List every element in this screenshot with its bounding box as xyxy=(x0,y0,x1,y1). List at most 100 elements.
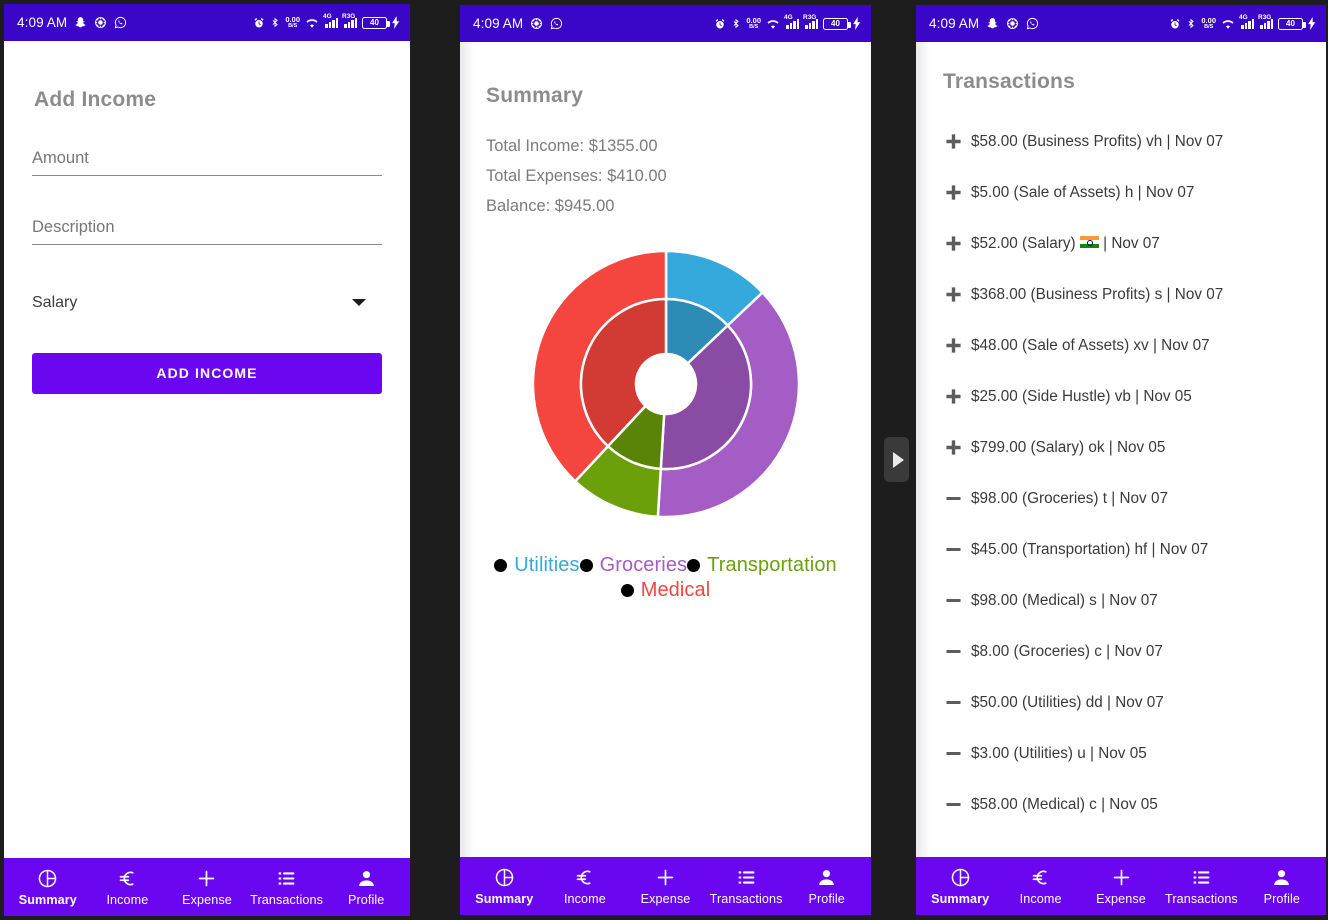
phone-panel-transactions: 4:09 AM 0.00 B/S 4G R3G 40 Transactions … xyxy=(916,5,1326,915)
nav-label-expense: Expense xyxy=(640,891,691,906)
transaction-row[interactable]: $58.00 (Medical) c | Nov 05 xyxy=(943,779,1306,830)
transaction-row[interactable]: $98.00 (Groceries) t | Nov 07 xyxy=(943,473,1306,524)
nav-item-transactions[interactable]: Transactions xyxy=(1161,867,1241,906)
alarm-icon xyxy=(253,17,265,29)
transaction-row[interactable]: $48.00 (Sale of Assets) xv | Nov 07 xyxy=(943,320,1306,371)
panel-next-button[interactable] xyxy=(884,437,909,482)
nav-item-income[interactable]: Income xyxy=(545,867,626,906)
nav-item-income[interactable]: Income xyxy=(1000,867,1080,906)
category-selected-value: Salary xyxy=(32,293,78,311)
nav-label-summary: Summary xyxy=(18,892,77,907)
balance-line: Balance: $945.00 xyxy=(486,197,615,215)
legend-item-utilities: Utilities xyxy=(494,554,579,577)
data-speed-icon: 0.00 B/S xyxy=(746,16,761,30)
page-title: Summary xyxy=(486,84,584,107)
transaction-row[interactable]: $5.00 (Sale of Assets) h | Nov 07 xyxy=(943,167,1306,218)
alarm-icon xyxy=(714,18,726,30)
nav-item-transactions[interactable]: Transactions xyxy=(247,868,327,907)
phone-panel-add-income: 4:09 AM 0.00 B/S 4G R3G 40 Add Income Am… xyxy=(4,4,410,916)
charging-bolt-icon xyxy=(853,17,861,30)
plus-icon xyxy=(943,439,964,456)
list-icon xyxy=(736,867,757,889)
nav-item-expense[interactable]: Expense xyxy=(625,867,706,906)
legend-item-medical: Medical xyxy=(620,579,711,602)
plus-icon xyxy=(1111,867,1132,889)
transaction-row[interactable]: $799.00 (Salary) ok | Nov 05 xyxy=(943,422,1306,473)
minus-icon xyxy=(943,796,964,813)
transaction-text: $98.00 (Medical) s | Nov 07 xyxy=(971,591,1158,609)
transactions-list: $58.00 (Business Profits) vh | Nov 07 $5.… xyxy=(916,116,1326,830)
plus-icon xyxy=(655,867,676,889)
nav-item-expense[interactable]: Expense xyxy=(1081,867,1161,906)
nav-item-income[interactable]: Income xyxy=(88,868,168,907)
nav-item-profile[interactable]: Profile xyxy=(786,867,867,906)
description-field[interactable]: Description xyxy=(32,218,382,245)
status-bar: 4:09 AM 0.00 B/S 4G R3G 40 xyxy=(460,5,871,42)
euro-icon xyxy=(117,868,138,890)
nav-item-profile[interactable]: Profile xyxy=(326,868,406,907)
legend-item-transportation: Transportation xyxy=(687,554,837,577)
transaction-row[interactable]: $25.00 (Side Hustle) vb | Nov 05 xyxy=(943,371,1306,422)
status-bar-left: 4:09 AM xyxy=(929,16,1039,31)
nav-item-transactions[interactable]: Transactions xyxy=(706,867,787,906)
transaction-text: $368.00 (Business Profits) s | Nov 07 xyxy=(971,285,1224,303)
minus-icon xyxy=(943,490,964,507)
transaction-text: $58.00 (Medical) c | Nov 05 xyxy=(971,795,1158,813)
category-dropdown[interactable]: Salary xyxy=(32,294,382,316)
charging-bolt-icon xyxy=(1308,17,1316,30)
nav-item-summary[interactable]: Summary xyxy=(920,867,1000,906)
transaction-row[interactable]: $8.00 (Groceries) c | Nov 07 xyxy=(943,626,1306,677)
minus-icon xyxy=(943,643,964,660)
legend-label: Utilities xyxy=(514,554,580,576)
pie-chart-icon xyxy=(494,867,515,889)
nav-label-expense: Expense xyxy=(1096,891,1146,906)
bluetooth-icon xyxy=(1186,17,1196,30)
nav-label-summary: Summary xyxy=(931,891,990,906)
transaction-row[interactable]: $58.00 (Business Profits) vh | Nov 07 xyxy=(943,116,1306,167)
nav-item-summary[interactable]: Summary xyxy=(8,868,88,907)
transaction-row[interactable]: $45.00 (Transportation) hf | Nov 07 xyxy=(943,524,1306,575)
transactions-screen: Transactions $58.00 (Business Profits) v… xyxy=(916,42,1326,857)
transaction-row[interactable]: $3.00 (Utilities) u | Nov 05 xyxy=(943,728,1306,779)
transaction-row[interactable]: $52.00 (Salary) | Nov 07 xyxy=(943,218,1306,269)
nav-label-transactions: Transactions xyxy=(1165,891,1238,906)
summary-screen: Summary Total Income: $1355.00 Total Exp… xyxy=(460,42,871,857)
transaction-row[interactable]: $50.00 (Utilities) dd | Nov 07 xyxy=(943,677,1306,728)
transaction-text: $5.00 (Sale of Assets) h | Nov 07 xyxy=(971,183,1195,201)
screenshot-stage: 4:09 AM 0.00 B/S 4G R3G 40 Add Income Am… xyxy=(0,0,1328,920)
nav-item-summary[interactable]: Summary xyxy=(464,867,545,906)
nav-label-transactions: Transactions xyxy=(250,892,323,907)
nav-label-income: Income xyxy=(563,891,606,906)
page-title: Transactions xyxy=(943,70,1075,93)
phone-panel-summary: 4:09 AM 0.00 B/S 4G R3G 40 Summary Total… xyxy=(460,5,871,915)
plus-icon xyxy=(943,286,964,303)
transaction-text: $58.00 (Business Profits) vh | Nov 07 xyxy=(971,132,1224,150)
transaction-text: $48.00 (Sale of Assets) xv | Nov 07 xyxy=(971,336,1210,354)
legend-dot-icon xyxy=(494,559,508,572)
transaction-row[interactable]: $98.00 (Medical) s | Nov 07 xyxy=(943,575,1306,626)
nav-item-expense[interactable]: Expense xyxy=(167,868,247,907)
status-bar-left: 4:09 AM xyxy=(17,15,127,30)
bluetooth-icon xyxy=(270,16,280,29)
signal-4g-icon: 4G xyxy=(1239,14,1254,29)
legend-dot-icon xyxy=(579,559,593,572)
description-placeholder: Description xyxy=(32,217,115,236)
total-expenses-line: Total Expenses: $410.00 xyxy=(486,167,667,185)
transaction-text: $45.00 (Transportation) hf | Nov 07 xyxy=(971,540,1209,558)
chart-legend: Utilities Groceries Transportation Medic… xyxy=(460,553,871,603)
amount-field[interactable]: Amount xyxy=(32,149,382,176)
nav-label-profile: Profile xyxy=(347,892,385,907)
transaction-text: $50.00 (Utilities) dd | Nov 07 xyxy=(971,693,1164,711)
nav-item-profile[interactable]: Profile xyxy=(1242,867,1322,906)
charging-bolt-icon xyxy=(392,16,400,29)
minus-icon xyxy=(943,541,964,558)
expense-pie-chart xyxy=(460,244,871,544)
wifi-icon xyxy=(305,17,319,29)
transaction-row[interactable]: $368.00 (Business Profits) s | Nov 07 xyxy=(943,269,1306,320)
settings-icon xyxy=(94,16,107,29)
snapchat-icon xyxy=(74,16,87,29)
legend-label: Groceries xyxy=(599,554,688,576)
add-income-button[interactable]: ADD INCOME xyxy=(32,352,382,394)
chevron-down-icon xyxy=(352,299,366,307)
plus-icon xyxy=(943,133,964,150)
